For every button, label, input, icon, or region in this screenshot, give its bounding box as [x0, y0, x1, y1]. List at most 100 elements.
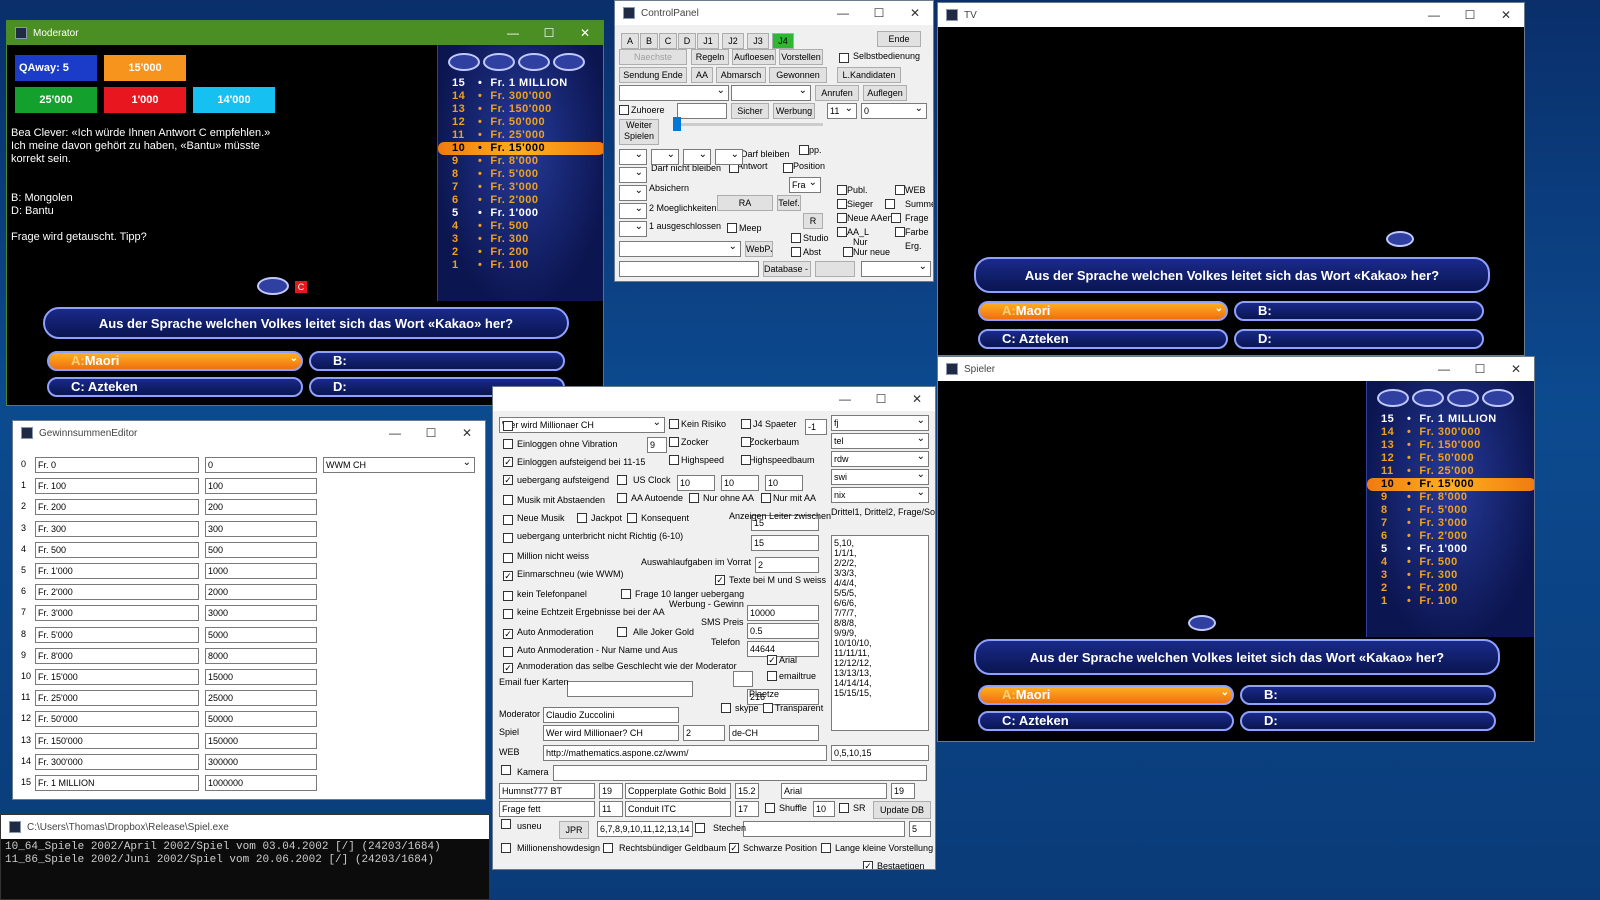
label-field[interactable]: Fr. 200: [35, 499, 199, 516]
setting-checkbox[interactable]: [721, 703, 731, 713]
cp-button[interactable]: RA: [717, 195, 773, 211]
close-icon[interactable]: ✕: [899, 387, 935, 411]
level-list[interactable]: 5,10, 1/1/1, 2/2/2, 3/3/3, 4/4/4, 5/5/5, 6/6/6…: [831, 535, 929, 731]
cp-button[interactable]: Auflegen: [863, 85, 907, 101]
value-field[interactable]: 8000: [205, 647, 317, 664]
maximize-icon[interactable]: ☐: [861, 1, 897, 25]
setting-input[interactable]: 10000: [747, 605, 819, 621]
label-field[interactable]: Fr. 1 MILLION: [35, 775, 199, 791]
setting-checkbox[interactable]: [741, 419, 751, 429]
cp-button[interactable]: L.Kandidaten: [837, 67, 901, 83]
cp-checkbox[interactable]: [837, 227, 847, 237]
label-field[interactable]: Fr. 15'000: [35, 669, 199, 685]
setting-input[interactable]: 19: [891, 783, 915, 799]
value-field[interactable]: 50000: [205, 711, 317, 728]
setting-input[interactable]: [567, 681, 693, 697]
update-db-button[interactable]: Update DB: [873, 801, 931, 819]
cp-checkbox[interactable]: [837, 213, 847, 223]
setting-input[interactable]: 15: [751, 535, 819, 551]
value-field[interactable]: 25000: [205, 690, 317, 707]
setting-checkbox[interactable]: [501, 819, 511, 829]
label-field[interactable]: Fr. 2'000: [35, 584, 199, 601]
value-field[interactable]: 2000: [205, 584, 317, 601]
setting-checkbox[interactable]: [669, 437, 679, 447]
label-field[interactable]: Fr. 25'000: [35, 690, 199, 707]
cp-checkbox[interactable]: [727, 223, 737, 233]
cp-input[interactable]: [619, 241, 741, 257]
setting-input[interactable]: Conduit ITC: [625, 801, 731, 817]
value-field[interactable]: 300000: [205, 753, 317, 770]
setting-input[interactable]: nix: [831, 487, 929, 503]
close-icon[interactable]: ✕: [1498, 357, 1534, 381]
label-field[interactable]: Fr. 300'000: [35, 753, 199, 770]
setting-checkbox[interactable]: ✓: [503, 475, 513, 485]
cp-input[interactable]: [651, 149, 679, 165]
cp-button[interactable]: Anrufen: [815, 85, 859, 101]
value-field[interactable]: 15000: [205, 669, 317, 685]
weiter-spielen-button[interactable]: Weiter Spielen: [619, 119, 659, 145]
cp-checkbox[interactable]: [619, 105, 629, 115]
cp-button[interactable]: Naechste: [619, 49, 687, 65]
cp-input[interactable]: [683, 149, 711, 165]
setting-checkbox[interactable]: [839, 803, 849, 813]
setting-input[interactable]: http://mathematics.aspone.cz/wwm/: [543, 745, 827, 761]
setting-input[interactable]: Humnst777 BT: [499, 783, 595, 799]
slider-track[interactable]: [673, 123, 823, 126]
setting-input[interactable]: de-CH: [729, 725, 819, 741]
cp-button[interactable]: D: [678, 33, 696, 49]
cp-checkbox[interactable]: [837, 185, 847, 195]
setting-checkbox[interactable]: [503, 439, 513, 449]
setting-checkbox[interactable]: [821, 843, 831, 853]
setting-input[interactable]: -1: [805, 419, 827, 435]
setting-input[interactable]: 15.2: [735, 783, 759, 799]
setting-checkbox[interactable]: [695, 823, 705, 833]
label-field[interactable]: Fr. 5'000: [35, 626, 199, 643]
setting-checkbox[interactable]: ✓: [503, 663, 513, 673]
setting-checkbox[interactable]: [617, 493, 627, 503]
setting-input[interactable]: [553, 765, 927, 781]
cp-checkbox[interactable]: [783, 163, 793, 173]
setting-checkbox[interactable]: [501, 843, 511, 853]
setting-checkbox[interactable]: [765, 803, 775, 813]
setting-input[interactable]: 6,7,8,9,10,11,12,13,14: [597, 821, 693, 837]
cp-checkbox[interactable]: [839, 53, 849, 63]
setting-input[interactable]: 0.5: [747, 623, 819, 639]
cp-button[interactable]: J2: [722, 33, 744, 49]
cp-input[interactable]: Fra: [789, 177, 821, 193]
gewinnsummen-titlebar[interactable]: GewinnsummenEditor — ☐ ✕: [13, 421, 485, 445]
setting-checkbox[interactable]: [603, 843, 613, 853]
cp-button[interactable]: Vorstellen: [779, 49, 823, 65]
setting-checkbox[interactable]: [761, 493, 771, 503]
cp-checkbox[interactable]: [895, 227, 905, 237]
setting-input[interactable]: Claudio Zuccolini: [543, 707, 679, 723]
setting-checkbox[interactable]: [741, 437, 751, 447]
cp-input[interactable]: [861, 261, 931, 277]
setting-input[interactable]: [733, 671, 753, 687]
maximize-icon[interactable]: ☐: [413, 421, 449, 445]
setting-input[interactable]: Copperplate Gothic Bold: [625, 783, 731, 799]
value-field[interactable]: 5000: [205, 626, 317, 643]
setting-input[interactable]: 2: [683, 725, 725, 741]
maximize-icon[interactable]: ☐: [1452, 3, 1488, 27]
setting-checkbox[interactable]: [627, 513, 637, 523]
setting-input[interactable]: 11: [599, 801, 623, 817]
cp-button[interactable]: A: [621, 33, 639, 49]
value-field[interactable]: 3000: [205, 605, 317, 622]
setting-input[interactable]: Wer wird Millionaer CH: [499, 417, 665, 433]
value-field[interactable]: 1000: [205, 563, 317, 579]
setting-checkbox[interactable]: [503, 647, 513, 657]
setting-input[interactable]: Wer wird Millionaer? CH: [543, 725, 679, 741]
setting-checkbox[interactable]: ✓: [729, 843, 739, 853]
cp-button[interactable]: Database - Tr: [763, 261, 811, 277]
cp-checkbox[interactable]: [799, 145, 809, 155]
close-icon[interactable]: ✕: [897, 1, 933, 25]
cp-checkbox[interactable]: [837, 199, 847, 209]
cp-input[interactable]: [731, 85, 811, 101]
setting-input[interactable]: 10: [765, 475, 803, 491]
cp-input[interactable]: [619, 85, 729, 101]
minimize-icon[interactable]: —: [827, 387, 863, 411]
setting-input[interactable]: 10: [677, 475, 715, 491]
cp-input[interactable]: [619, 185, 647, 201]
cp-button[interactable]: J1: [697, 33, 719, 49]
setting-checkbox[interactable]: [503, 515, 513, 525]
